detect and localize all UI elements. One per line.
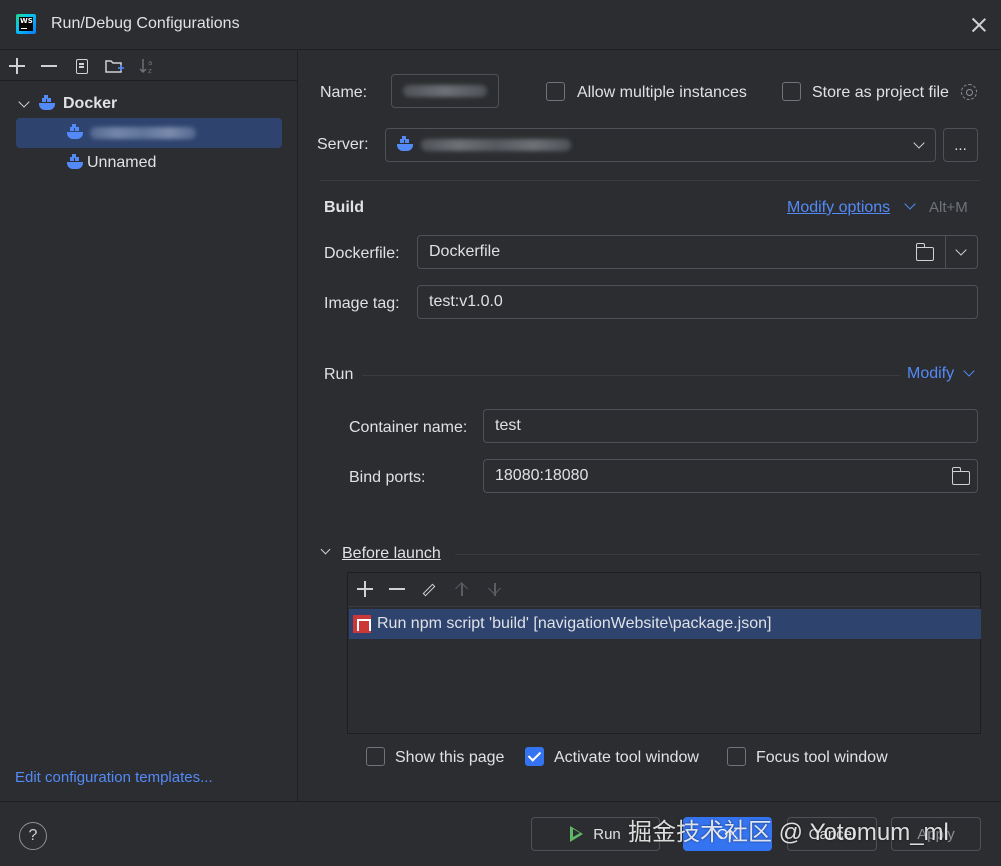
before-launch-toolbar [348, 573, 980, 607]
dockerfile-field[interactable]: Dockerfile [417, 235, 978, 269]
show-this-page-checkbox[interactable] [366, 747, 385, 766]
dockerfile-value: Dockerfile [429, 243, 501, 260]
list-item[interactable]: Run npm script 'build' [navigationWebsit… [349, 609, 981, 639]
before-launch-label[interactable]: Before launch [342, 545, 441, 563]
divider [945, 236, 946, 268]
run-heading: Run [324, 366, 354, 383]
focus-tool-window-label: Focus tool window [756, 749, 888, 766]
chevron-down-icon[interactable] [913, 137, 925, 149]
sidebar-toolbar: a z [0, 51, 298, 81]
server-browse-button[interactable]: ... [943, 128, 978, 162]
container-name-value: test [495, 417, 521, 434]
run-button[interactable]: Run [531, 817, 660, 851]
modify-options-link[interactable]: Modify options [787, 199, 890, 217]
tree-item-selected-config[interactable] [16, 118, 282, 148]
svg-text:z: z [148, 67, 152, 75]
server-label: Server: [317, 136, 369, 153]
image-tag-value: test:v1.0.0 [429, 293, 503, 310]
cancel-button-label: Cancel [808, 825, 856, 843]
edit-templates-link[interactable]: Edit configuration templates... [15, 769, 213, 786]
divider [320, 180, 980, 181]
bind-ports-label: Bind ports: [349, 469, 426, 486]
svg-text:a: a [148, 59, 152, 67]
cancel-button[interactable]: Cancel [787, 817, 877, 851]
chevron-down-icon[interactable] [320, 544, 331, 555]
configurations-sidebar: a z Docker Unnamed Edit configuration te… [0, 51, 298, 801]
move-up-icon [455, 581, 469, 597]
gear-icon[interactable] [961, 84, 977, 100]
docker-icon [67, 126, 85, 140]
ok-button[interactable]: OK [683, 817, 772, 851]
allow-multiple-label: Allow multiple instances [577, 84, 747, 101]
show-this-page-label: Show this page [395, 749, 505, 766]
chevron-down-icon[interactable] [955, 244, 967, 256]
apply-button[interactable]: Apply [891, 817, 981, 851]
npm-icon [353, 615, 371, 633]
chevron-down-icon[interactable] [18, 96, 30, 108]
help-icon[interactable]: ? [19, 822, 47, 850]
title-bar: WS Run/Debug Configurations [0, 0, 1001, 50]
image-tag-label: Image tag: [324, 295, 400, 312]
tree-group-label: Docker [63, 95, 118, 112]
move-down-icon [488, 581, 502, 597]
docker-icon [67, 156, 85, 170]
activate-tool-window-label: Activate tool window [554, 749, 699, 766]
divider [455, 554, 980, 555]
tree-group-docker[interactable]: Docker [18, 89, 290, 119]
bind-ports-field[interactable]: 18080:18080 [483, 459, 978, 493]
remove-icon[interactable] [39, 56, 59, 76]
before-launch-list: Run npm script 'build' [navigationWebsit… [347, 572, 981, 734]
edit-icon[interactable] [422, 583, 436, 597]
folder-icon[interactable] [915, 243, 934, 261]
tree-item-label: Unnamed [87, 154, 157, 171]
allow-multiple-checkbox[interactable] [546, 82, 565, 101]
divider [362, 375, 900, 376]
close-icon[interactable] [968, 14, 990, 36]
webstorm-logo-icon: WS [16, 14, 36, 34]
name-field[interactable] [391, 74, 499, 108]
modify-options-shortcut: Alt+M [929, 199, 968, 216]
before-launch-item-label: Run npm script 'build' [navigationWebsit… [377, 615, 772, 632]
modify-link[interactable]: Modify [907, 365, 954, 383]
redacted-config-name [90, 127, 196, 139]
help-glyph: ? [28, 827, 38, 844]
store-project-file-label: Store as project file [812, 84, 949, 101]
redacted-server-name [421, 139, 571, 151]
new-folder-icon[interactable] [104, 56, 124, 76]
sort-icon[interactable]: a z [138, 56, 158, 76]
server-select[interactable] [385, 128, 936, 162]
window-title: Run/Debug Configurations [51, 15, 240, 32]
image-tag-field[interactable]: test:v1.0.0 [417, 285, 978, 319]
store-project-file-checkbox[interactable] [782, 82, 801, 101]
bind-ports-value: 18080:18080 [495, 467, 589, 484]
name-label: Name: [320, 84, 368, 101]
activate-tool-window-checkbox[interactable] [525, 747, 544, 766]
server-more-label: ... [954, 136, 967, 154]
docker-icon [397, 138, 415, 152]
chevron-down-icon[interactable] [904, 198, 916, 210]
remove-icon[interactable] [387, 579, 407, 599]
add-icon[interactable] [7, 56, 27, 76]
docker-icon [39, 97, 57, 111]
run-button-label: Run [593, 825, 621, 843]
apply-button-label: Apply [917, 825, 955, 843]
container-name-label: Container name: [349, 419, 468, 436]
folder-icon[interactable] [951, 467, 970, 485]
ok-button-label: OK [716, 825, 739, 843]
chevron-down-icon[interactable] [963, 365, 975, 377]
build-heading: Build [324, 199, 364, 216]
redacted-name-value [403, 85, 487, 97]
container-name-field[interactable]: test [483, 409, 978, 443]
add-icon[interactable] [355, 579, 375, 599]
focus-tool-window-checkbox[interactable] [727, 747, 746, 766]
dockerfile-label: Dockerfile: [324, 245, 400, 262]
tree-item-unnamed[interactable]: Unnamed [16, 148, 282, 178]
dialog-footer: ? Run OK Cancel Apply [0, 801, 1001, 866]
copy-icon[interactable] [71, 56, 91, 76]
